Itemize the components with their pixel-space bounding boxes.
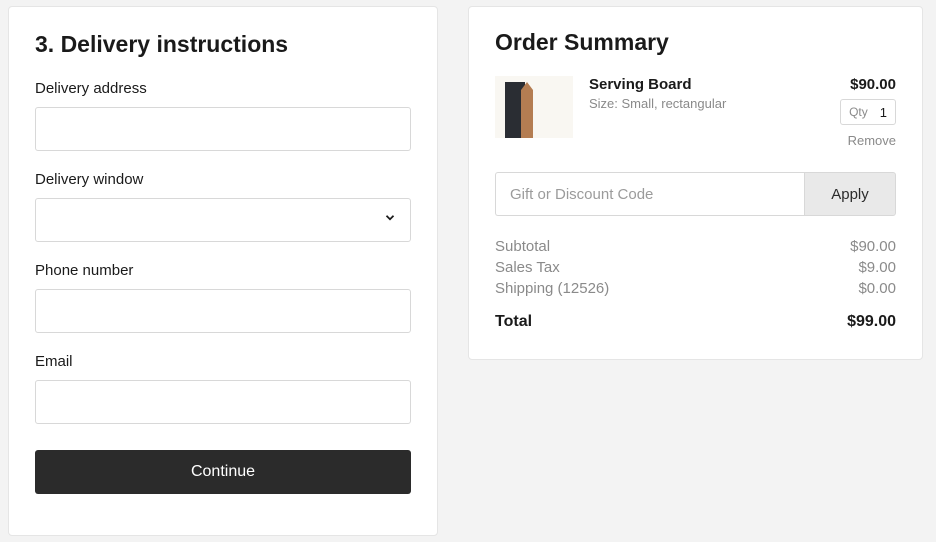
item-thumbnail: [495, 76, 573, 138]
order-summary-title: Order Summary: [495, 29, 896, 56]
email-label: Email: [35, 353, 411, 370]
order-summary-panel: Order Summary Serving Board Size: Small,…: [468, 6, 923, 360]
tax-row: Sales Tax $9.00: [495, 259, 896, 276]
quantity-stepper[interactable]: Qty 1: [840, 99, 896, 125]
promo-row: Apply: [495, 172, 896, 216]
item-variant: Size: Small, rectangular: [589, 96, 806, 111]
shipping-row: Shipping (12526) $0.00: [495, 280, 896, 297]
window-field-group: Delivery window: [35, 171, 411, 242]
cart-item: Serving Board Size: Small, rectangular $…: [495, 76, 896, 148]
remove-link[interactable]: Remove: [806, 133, 896, 148]
email-input[interactable]: [35, 380, 411, 424]
promo-code-input[interactable]: [495, 172, 804, 216]
shipping-value: $0.00: [858, 280, 896, 297]
subtotal-row: Subtotal $90.00: [495, 238, 896, 255]
email-field-group: Email: [35, 353, 411, 424]
total-label: Total: [495, 313, 532, 331]
item-price: $90.00: [806, 76, 896, 93]
subtotal-value: $90.00: [850, 238, 896, 255]
qty-label: Qty: [849, 105, 868, 119]
window-label: Delivery window: [35, 171, 411, 188]
shipping-label: Shipping (12526): [495, 280, 609, 297]
tax-value: $9.00: [858, 259, 896, 276]
phone-input[interactable]: [35, 289, 411, 333]
phone-label: Phone number: [35, 262, 411, 279]
total-row: Total $99.00: [495, 313, 896, 331]
continue-button[interactable]: Continue: [35, 450, 411, 494]
apply-button[interactable]: Apply: [804, 172, 896, 216]
address-input[interactable]: [35, 107, 411, 151]
tax-label: Sales Tax: [495, 259, 560, 276]
item-name: Serving Board: [589, 76, 806, 93]
qty-value: 1: [880, 105, 887, 120]
delivery-panel: 3. Delivery instructions Delivery addres…: [8, 6, 438, 536]
total-value: $99.00: [847, 313, 896, 331]
window-select[interactable]: [35, 198, 411, 242]
address-label: Delivery address: [35, 80, 411, 97]
delivery-section-title: 3. Delivery instructions: [35, 31, 411, 58]
subtotal-label: Subtotal: [495, 238, 550, 255]
phone-field-group: Phone number: [35, 262, 411, 333]
address-field-group: Delivery address: [35, 80, 411, 151]
